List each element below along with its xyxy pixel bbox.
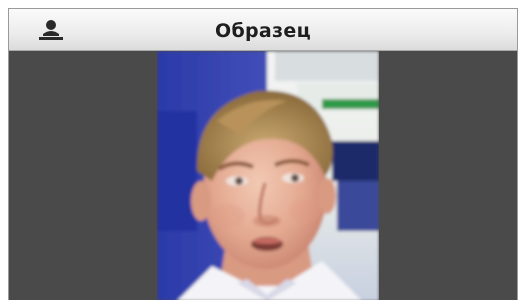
sample-panel: Образец: [8, 8, 518, 300]
face-photo: [157, 51, 379, 300]
panel-title: Образец: [215, 20, 311, 42]
panel-header: Образец: [9, 9, 517, 51]
